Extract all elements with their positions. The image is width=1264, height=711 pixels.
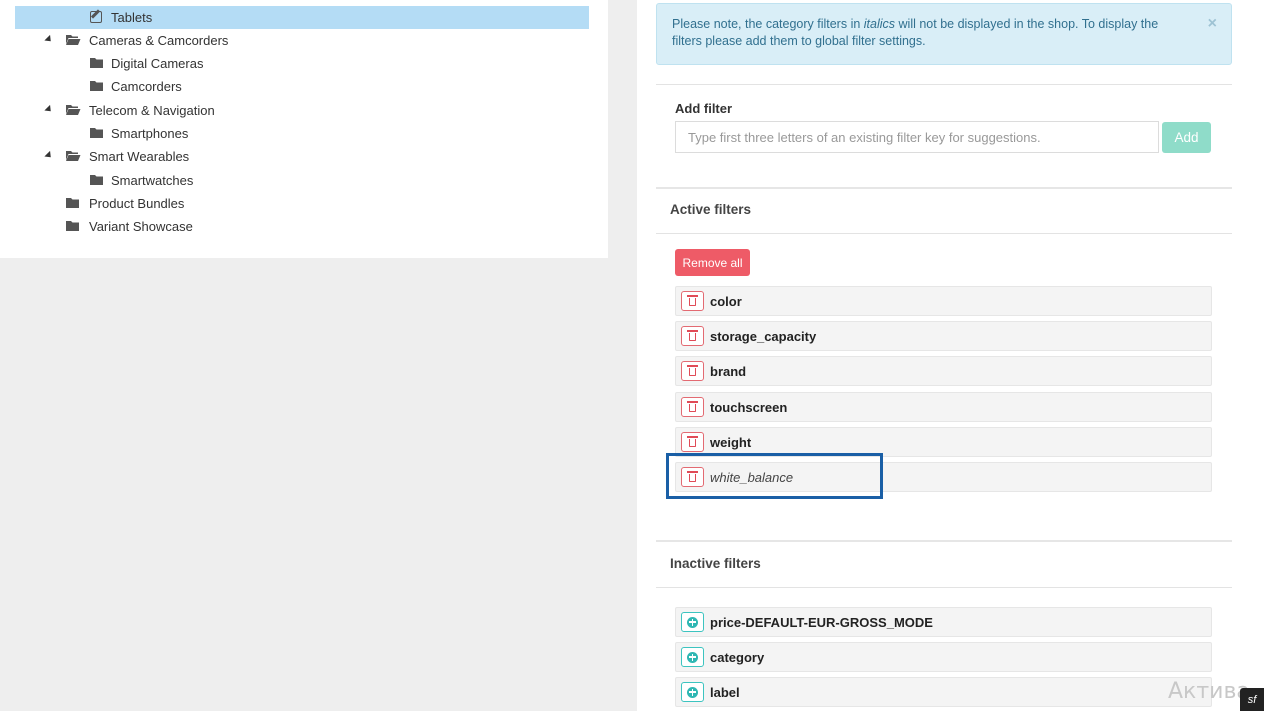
tree-item-product-bundles[interactable]: Product Bundles [64, 192, 589, 215]
folder-icon [66, 198, 79, 208]
trash-icon [687, 330, 698, 341]
active-filter-row: touchscreen [675, 392, 1212, 422]
inactive-filter-row: label [675, 677, 1212, 707]
alert-text-before: Please note, the category filters in [672, 17, 864, 31]
active-filters-title: Active filters [670, 202, 752, 217]
folder-icon [90, 175, 103, 185]
plus-circle-icon [687, 651, 698, 663]
tree-item-digital-cameras[interactable]: Digital Cameras [88, 52, 589, 75]
divider [656, 587, 1232, 588]
tree-item-camcorders[interactable]: Camcorders [88, 75, 589, 98]
collapse-triangle-icon[interactable] [44, 34, 54, 45]
add-filter-label: Add filter [675, 101, 733, 116]
tree-item-label: Cameras & Camcorders [89, 33, 229, 48]
active-filter-row: storage_capacity [675, 321, 1212, 351]
tree-item-label: Tablets [111, 10, 153, 25]
inactive-filter-row: category [675, 642, 1212, 672]
plus-circle-icon [687, 686, 698, 698]
delete-filter-button[interactable] [681, 432, 704, 452]
active-filter-row: brand [675, 356, 1212, 386]
tree-item-label: Variant Showcase [89, 219, 193, 234]
collapse-triangle-icon[interactable] [44, 150, 54, 161]
scrollbar-gutter[interactable] [1251, 0, 1264, 711]
trash-icon [687, 401, 698, 412]
filter-settings-panel: Please note, the category filters in ita… [637, 0, 1251, 711]
plus-circle-icon [687, 616, 698, 628]
filter-label: color [710, 293, 742, 309]
inactive-filter-row: price-DEFAULT-EUR-GROSS_MODE [675, 607, 1212, 637]
filter-label: category [710, 649, 765, 665]
symfony-toolbar-badge[interactable]: sf [1240, 688, 1264, 711]
filter-label: touchscreen [710, 399, 788, 415]
activate-filter-button[interactable] [681, 612, 704, 632]
tree-item-label: Camcorders [111, 79, 182, 94]
tree-item-label: Smartphones [111, 126, 189, 141]
delete-filter-button[interactable] [681, 397, 704, 417]
folder-open-icon [66, 151, 81, 161]
folder-icon [90, 128, 103, 138]
tree-item-smartphones[interactable]: Smartphones [88, 122, 589, 145]
delete-filter-button[interactable] [681, 326, 704, 346]
filter-label: label [710, 684, 740, 700]
filter-label: storage_capacity [710, 328, 817, 344]
filter-label: weight [710, 434, 752, 450]
tree-item-label: Digital Cameras [111, 56, 204, 71]
folder-icon [90, 81, 103, 91]
alert-text-italic: italics [863, 17, 896, 31]
divider [656, 540, 1232, 542]
trash-icon [687, 295, 698, 306]
trash-icon [687, 365, 698, 376]
folder-open-icon [66, 35, 81, 45]
active-filter-row: color [675, 286, 1212, 316]
close-icon[interactable]: × [1208, 15, 1217, 32]
activation-watermark: Актива [1168, 679, 1250, 704]
info-alert: Please note, the category filters in ita… [656, 3, 1232, 65]
filter-label: brand [710, 363, 747, 379]
add-filter-button[interactable]: Add [1162, 122, 1211, 153]
filter-label: price-DEFAULT-EUR-GROSS_MODE [710, 614, 933, 630]
folder-icon [66, 221, 79, 231]
tree-item-label: Smart Wearables [89, 149, 190, 164]
tree-item-cameras-camcorders[interactable]: Cameras & Camcorders [40, 29, 589, 52]
folder-open-icon [66, 105, 81, 115]
tree-item-telecom-navigation[interactable]: Telecom & Navigation [40, 99, 589, 122]
delete-filter-button[interactable] [681, 291, 704, 311]
tree-item-label: Telecom & Navigation [89, 103, 215, 118]
activate-filter-button[interactable] [681, 682, 704, 702]
divider [656, 187, 1232, 189]
activate-filter-button[interactable] [681, 647, 704, 667]
delete-filter-button[interactable] [681, 361, 704, 381]
tree-item-smartwatches[interactable]: Smartwatches [88, 169, 589, 192]
tree-item-tablets[interactable]: Tablets [15, 6, 589, 29]
pencil-square-icon [90, 11, 102, 23]
tree-item-label: Product Bundles [89, 196, 185, 211]
trash-icon [687, 436, 698, 447]
category-tree: Tablets Cameras & Camcorders Digital Cam… [0, 0, 608, 258]
tree-item-variant-showcase[interactable]: Variant Showcase [64, 215, 589, 238]
divider [656, 84, 1232, 85]
tree-item-label: Smartwatches [111, 173, 194, 188]
inactive-filters-title: Inactive filters [670, 556, 761, 571]
remove-all-button[interactable]: Remove all [675, 249, 750, 276]
tree-item-smart-wearables[interactable]: Smart Wearables [40, 145, 589, 168]
add-filter-input[interactable] [675, 121, 1159, 153]
divider [656, 233, 1232, 234]
folder-icon [90, 58, 103, 68]
highlight-box [666, 453, 883, 499]
collapse-triangle-icon[interactable] [44, 104, 54, 115]
